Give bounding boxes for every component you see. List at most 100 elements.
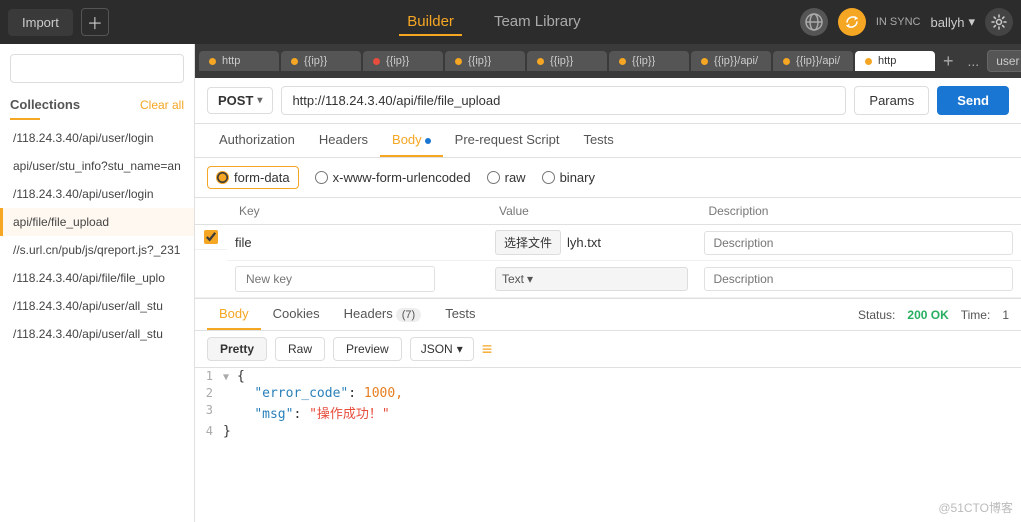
- tab-item[interactable]: {{ip}}: [363, 51, 443, 71]
- body-option-radio[interactable]: [216, 171, 229, 184]
- tab-item[interactable]: {{ip}}: [527, 51, 607, 71]
- response-tab[interactable]: Tests: [433, 299, 487, 330]
- tab-status-dot: [373, 58, 380, 65]
- file-choose-button[interactable]: 选择文件: [495, 230, 561, 255]
- expand-icon[interactable]: ▼: [223, 372, 235, 383]
- response-tab[interactable]: Body: [207, 299, 261, 330]
- body-option-radio[interactable]: [315, 171, 328, 184]
- sidebar-item[interactable]: //s.url.cn/pub/js/qreport.js?_231: [0, 236, 194, 264]
- line-content: "msg": "操作成功！": [223, 403, 390, 422]
- json-value: 1000,: [364, 386, 403, 401]
- sidebar-item[interactable]: /118.24.3.40/api/user/login: [0, 124, 194, 152]
- json-colon: :: [293, 407, 309, 422]
- builder-tab[interactable]: Builder: [399, 9, 462, 36]
- body-option-x-www-form-urlencoded[interactable]: x-www-form-urlencoded: [315, 170, 471, 185]
- collections-underline: [10, 118, 40, 120]
- form-row-description-input[interactable]: [704, 231, 1013, 255]
- time-value: 1: [1002, 308, 1009, 322]
- import-button[interactable]: Import: [8, 9, 73, 36]
- body-option-raw[interactable]: raw: [487, 170, 526, 185]
- tab-add-button[interactable]: +: [937, 51, 960, 72]
- tab-item[interactable]: http: [199, 51, 279, 71]
- sidebar-item[interactable]: /118.24.3.40/api/file/file_uplo: [0, 264, 194, 292]
- sidebar-item[interactable]: api/file/file_upload: [0, 208, 194, 236]
- tab-status-dot: [701, 58, 708, 65]
- sidebar: Collections Clear all /118.24.3.40/api/u…: [0, 44, 195, 522]
- form-table-row: file选择文件lyh.txt: [195, 225, 1021, 261]
- user-menu-button[interactable]: ballyh ▾: [931, 14, 976, 30]
- json-colon: :: [348, 386, 364, 401]
- tab-status-dot: [783, 58, 790, 65]
- clear-all-button[interactable]: Clear all: [140, 98, 184, 112]
- tab-status-dot: [455, 58, 462, 65]
- col-key: Key: [227, 198, 487, 225]
- top-bar-center: Builder Team Library: [196, 9, 792, 36]
- main-layout: Collections Clear all /118.24.3.40/api/u…: [0, 44, 1021, 522]
- sub-tab[interactable]: Tests: [571, 124, 625, 157]
- response-tab-badge: (7): [396, 308, 421, 322]
- method-select[interactable]: POST ▾: [207, 87, 273, 114]
- raw-button[interactable]: Raw: [275, 337, 325, 361]
- send-button[interactable]: Send: [937, 86, 1009, 115]
- type-select[interactable]: Text ▾: [495, 267, 688, 291]
- form-row-checkbox[interactable]: [204, 230, 218, 244]
- wrap-button[interactable]: ≡: [482, 339, 493, 360]
- col-value: Value: [487, 198, 696, 225]
- sidebar-item[interactable]: /118.24.3.40/api/user/all_stu: [0, 292, 194, 320]
- sub-tab[interactable]: Body: [380, 124, 443, 157]
- format-label: JSON: [421, 342, 453, 356]
- url-input[interactable]: [281, 86, 846, 115]
- new-tab-button[interactable]: ＋: [81, 8, 109, 36]
- new-description-input[interactable]: [704, 267, 1013, 291]
- response-toolbar: Pretty Raw Preview JSON ▾ ≡: [195, 331, 1021, 368]
- tabs-bar: http{{ip}}{{ip}}{{ip}}{{ip}}{{ip}}{{ip}}…: [195, 44, 1021, 78]
- top-bar-left: Import ＋: [8, 8, 188, 36]
- body-option-binary[interactable]: binary: [542, 170, 595, 185]
- response-tabs: BodyCookiesHeaders(7)TestsStatus:200 OKT…: [195, 299, 1021, 331]
- tab-label: {{ip}}/api/: [796, 55, 840, 67]
- body-option-radio[interactable]: [542, 171, 555, 184]
- tab-item[interactable]: {{ip}}: [609, 51, 689, 71]
- body-option-label: form-data: [234, 170, 290, 185]
- new-key-input[interactable]: [235, 266, 435, 292]
- tab-item[interactable]: {{ip}}: [445, 51, 525, 71]
- params-button[interactable]: Params: [854, 86, 929, 115]
- tab-item[interactable]: {{ip}}/api/: [691, 51, 771, 71]
- tab-item[interactable]: http: [855, 51, 935, 71]
- line-number: 3: [195, 403, 223, 417]
- tab-label: {{ip}}: [386, 55, 409, 67]
- json-key: "error_code": [254, 386, 348, 401]
- settings-button[interactable]: [985, 8, 1013, 36]
- format-select[interactable]: JSON ▾: [410, 337, 474, 361]
- sidebar-search-input[interactable]: [10, 54, 184, 83]
- status-value: 200 OK: [907, 308, 948, 322]
- body-option-radio[interactable]: [487, 171, 500, 184]
- response-tab[interactable]: Cookies: [261, 299, 332, 330]
- sidebar-item[interactable]: /118.24.3.40/api/user/login: [0, 180, 194, 208]
- top-bar-right: IN SYNC ballyh ▾: [800, 8, 1013, 36]
- chevron-down-icon: ▾: [968, 14, 975, 30]
- response-tab[interactable]: Headers(7): [332, 299, 434, 330]
- sidebar-item[interactable]: api/user/stu_info?stu_name=an: [0, 152, 194, 180]
- code-line: 4}: [195, 423, 1021, 440]
- tab-item[interactable]: {{ip}}/api/: [773, 51, 853, 71]
- line-content: ▼ {: [223, 369, 245, 384]
- team-library-tab[interactable]: Team Library: [486, 9, 589, 36]
- sub-tab[interactable]: Authorization: [207, 124, 307, 157]
- in-sync-label: IN SYNC: [876, 16, 921, 28]
- sub-tab[interactable]: Headers: [307, 124, 380, 157]
- content-area: http{{ip}}{{ip}}{{ip}}{{ip}}{{ip}}{{ip}}…: [195, 44, 1021, 522]
- preview-button[interactable]: Preview: [333, 337, 402, 361]
- sidebar-item[interactable]: /118.24.3.40/api/user/all_stu: [0, 320, 194, 348]
- tab-item[interactable]: {{ip}}: [281, 51, 361, 71]
- collections-header: Collections Clear all: [0, 91, 194, 118]
- sub-tab[interactable]: Pre-request Script: [443, 124, 572, 157]
- sidebar-items: /118.24.3.40/api/user/loginapi/user/stu_…: [0, 124, 194, 512]
- globe-icon[interactable]: [800, 8, 828, 36]
- pretty-button[interactable]: Pretty: [207, 337, 267, 361]
- sync-status-icon[interactable]: [838, 8, 866, 36]
- tab-search-input[interactable]: [987, 50, 1021, 72]
- body-option-form-data[interactable]: form-data: [207, 166, 299, 189]
- tab-more-button[interactable]: ...: [962, 53, 986, 69]
- tab-status-dot: [291, 58, 298, 65]
